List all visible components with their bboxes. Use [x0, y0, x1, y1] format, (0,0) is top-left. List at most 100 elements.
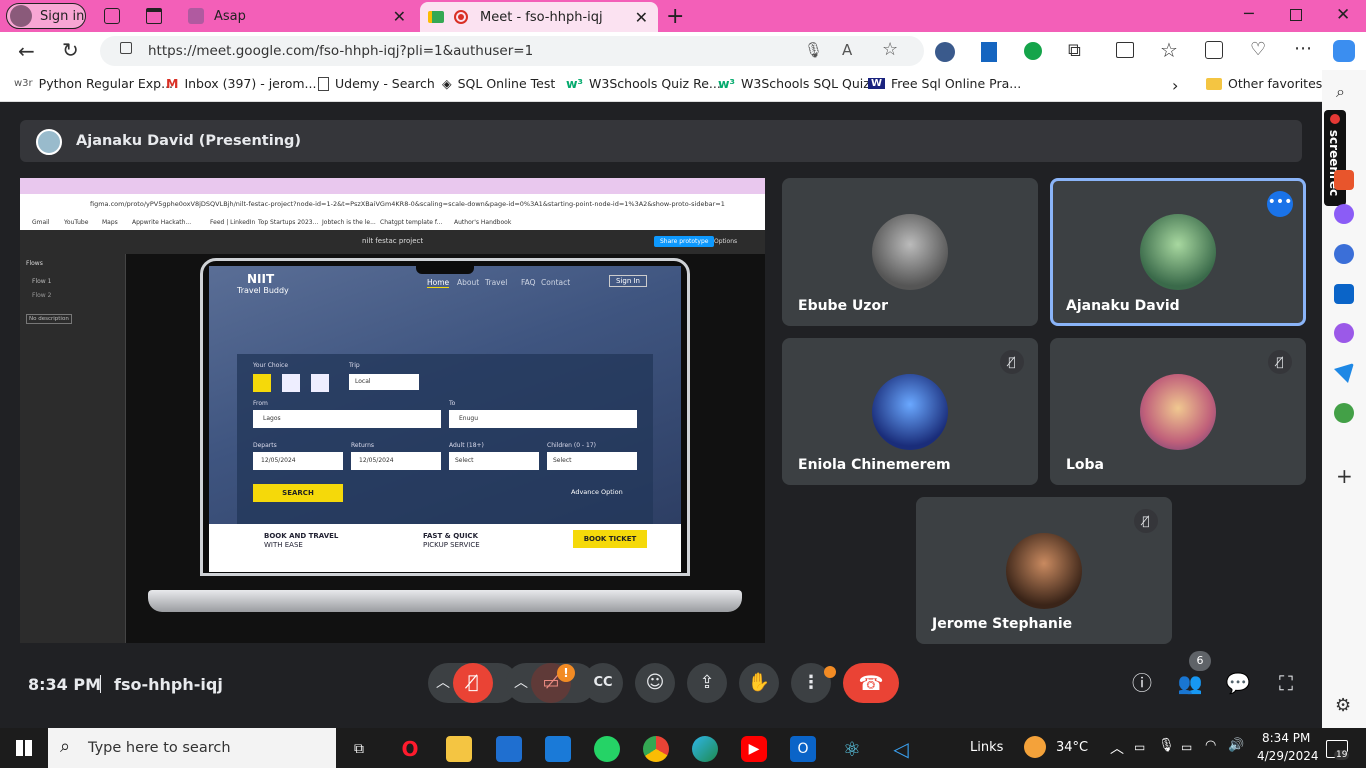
favorites-overflow-icon[interactable]: › — [1172, 76, 1178, 95]
react-icon[interactable]: ⚛ — [839, 736, 865, 762]
youtube-icon[interactable]: ▶ — [741, 736, 767, 762]
w3r-icon: w3r — [14, 78, 33, 89]
favorite-star-icon[interactable]: ☆ — [882, 39, 898, 60]
close-window-button[interactable]: ✕ — [1336, 5, 1350, 25]
close-icon[interactable]: ✕ — [393, 7, 406, 26]
settings-gear-icon[interactable]: ⚙ — [1335, 695, 1351, 716]
raise-hand-button[interactable]: ✋ — [739, 663, 779, 703]
browser-essentials-icon[interactable]: ♡ — [1250, 39, 1266, 60]
opera-icon[interactable]: O — [397, 736, 423, 762]
collections-icon[interactable] — [1205, 41, 1223, 59]
participant-tile[interactable]: 🎙̸ Loba — [1050, 338, 1306, 485]
favorite-w3schools-quiz[interactable]: w³ W3Schools Quiz Re... — [566, 76, 721, 91]
microsoft-365-icon[interactable] — [1334, 244, 1354, 264]
favorite-sql-online-test[interactable]: ◈ SQL Online Test — [442, 76, 555, 91]
more-options-icon[interactable]: ••• — [1267, 191, 1293, 217]
other-favorites[interactable]: Other favorites — [1206, 76, 1322, 91]
taskbar-search-input[interactable]: ⌕ Type here to search — [48, 728, 336, 768]
no-description: No description — [26, 314, 72, 324]
favorite-udemy[interactable]: Udemy - Search — [318, 76, 435, 91]
temperature[interactable]: 34°C — [1056, 740, 1088, 755]
mic-off-icon: 🎙̸ — [1268, 350, 1292, 374]
favorites-icon[interactable]: ☆ — [1160, 38, 1178, 62]
vscode-icon[interactable]: ◁ — [888, 736, 914, 762]
restore-button[interactable] — [1290, 9, 1302, 21]
mic-tray-icon[interactable]: 🎙 — [1158, 738, 1175, 753]
designer-icon[interactable] — [1334, 323, 1354, 343]
site-brand: NIIT — [247, 272, 275, 286]
end-call-button[interactable]: ☎ — [843, 663, 899, 703]
tray-chevron-icon[interactable]: ︿ — [1110, 738, 1124, 758]
figma-flows-panel: Flows Flow 1 Flow 2 No description — [20, 254, 126, 643]
clock-time[interactable]: 8:34 PM — [1262, 731, 1310, 745]
new-tab-button[interactable]: + — [666, 4, 684, 29]
emoji-reactions-button[interactable]: ☺ — [635, 663, 675, 703]
tree-icon[interactable] — [1334, 403, 1354, 423]
search-icon[interactable]: ⌕ — [1336, 82, 1345, 102]
chrome-icon[interactable] — [643, 736, 669, 762]
participant-tile[interactable]: Ebube Uzor — [782, 178, 1038, 326]
microsoft-store-icon[interactable] — [496, 736, 522, 762]
refresh-button[interactable]: ↻ — [62, 38, 79, 62]
tools-icon[interactable] — [1334, 170, 1354, 190]
mail-icon[interactable] — [545, 736, 571, 762]
meeting-details-icon[interactable]: ⓘ — [1127, 668, 1157, 698]
more-menu-icon[interactable]: ⋯ — [1294, 38, 1312, 59]
figma-toolbar: nilt festac project Share prototype Opti… — [20, 230, 765, 254]
copilot-icon[interactable] — [1333, 40, 1355, 62]
task-view-icon[interactable]: ⧉ — [346, 736, 372, 762]
extensions-icon[interactable]: ⧉ — [1068, 40, 1081, 61]
extension-bolt-icon[interactable] — [935, 42, 955, 62]
participant-tile[interactable]: 🎙̸ Jerome Stephanie — [916, 497, 1172, 644]
activities-icon[interactable]: ⛶ — [1271, 668, 1301, 698]
clock-date[interactable]: 4/29/2024 — [1257, 749, 1319, 763]
outlook-icon[interactable] — [1334, 284, 1354, 304]
workspaces-icon[interactable] — [104, 8, 120, 24]
minimize-button[interactable]: ─ — [1244, 4, 1254, 23]
edge-icon[interactable] — [692, 736, 718, 762]
mic-off-icon: 🎙̸ — [1134, 509, 1158, 533]
battery-icon[interactable]: ▭ — [1181, 740, 1192, 754]
people-icon[interactable]: 👥 — [1175, 668, 1205, 698]
tab-actions-icon[interactable] — [146, 8, 162, 24]
games-icon[interactable] — [1334, 204, 1354, 224]
participant-tile[interactable]: ••• Ajanaku David — [1050, 178, 1306, 326]
shared-bookmark: Chatgpt template f... — [380, 219, 443, 226]
shared-bookmark: Jobtech is the le... — [322, 219, 376, 226]
tab-asap[interactable]: Asap ✕ — [180, 2, 416, 30]
favorite-python-regex[interactable]: w3r Python Regular Exp... — [14, 76, 173, 91]
favorite-inbox[interactable]: M Inbox (397) - jerom... — [166, 76, 316, 91]
weather-icon[interactable] — [1024, 736, 1046, 758]
site-nav-about: About — [457, 278, 480, 287]
extension-book-icon[interactable] — [981, 42, 997, 62]
favorite-w3schools-sql[interactable]: w³ W3Schools SQL Quiz — [718, 76, 870, 91]
lock-icon[interactable] — [120, 42, 132, 54]
file-explorer-icon[interactable] — [446, 736, 472, 762]
close-icon[interactable]: ✕ — [635, 8, 648, 27]
screenrec-badge[interactable]: screenrec — [1324, 110, 1346, 206]
microphone-icon[interactable]: 🎙 — [804, 41, 823, 59]
grammarly-icon[interactable] — [1024, 42, 1042, 60]
url-field[interactable]: https://meet.google.com/fso-hhph-iqj?pli… — [100, 36, 924, 66]
split-screen-icon[interactable] — [1116, 42, 1134, 58]
outlook-icon[interactable]: O — [790, 736, 816, 762]
windows-start-icon[interactable] — [16, 740, 32, 756]
tab-meet[interactable]: Meet - fso-hhph-iqj ✕ — [420, 2, 658, 32]
wifi-icon[interactable]: ◠ — [1205, 738, 1216, 753]
site-feature-sub: WITH EASE — [264, 541, 303, 549]
tab-label: Meet - fso-hhph-iqj — [480, 9, 603, 25]
present-screen-button[interactable]: ⇪ — [687, 663, 727, 703]
taskbar-links[interactable]: Links — [970, 740, 1003, 755]
volume-icon[interactable]: 🔊 — [1228, 738, 1244, 753]
chat-icon[interactable]: 💬 — [1223, 668, 1253, 698]
add-sidebar-icon[interactable]: + — [1336, 464, 1353, 488]
participant-tile[interactable]: 🎙̸ Eniola Chinemerem — [782, 338, 1038, 485]
camera-tray-icon[interactable]: ▭ — [1134, 740, 1145, 754]
back-button[interactable]: ← — [18, 39, 35, 63]
mic-off-button[interactable]: 🎙̸ — [453, 663, 493, 703]
captions-button[interactable]: CC — [583, 663, 623, 703]
whatsapp-icon[interactable] — [594, 736, 620, 762]
favorite-free-sql[interactable]: W Free Sql Online Pra... — [868, 76, 1021, 91]
profile-button[interactable]: Sign in — [6, 3, 86, 29]
read-aloud-icon[interactable]: A — [842, 41, 852, 59]
